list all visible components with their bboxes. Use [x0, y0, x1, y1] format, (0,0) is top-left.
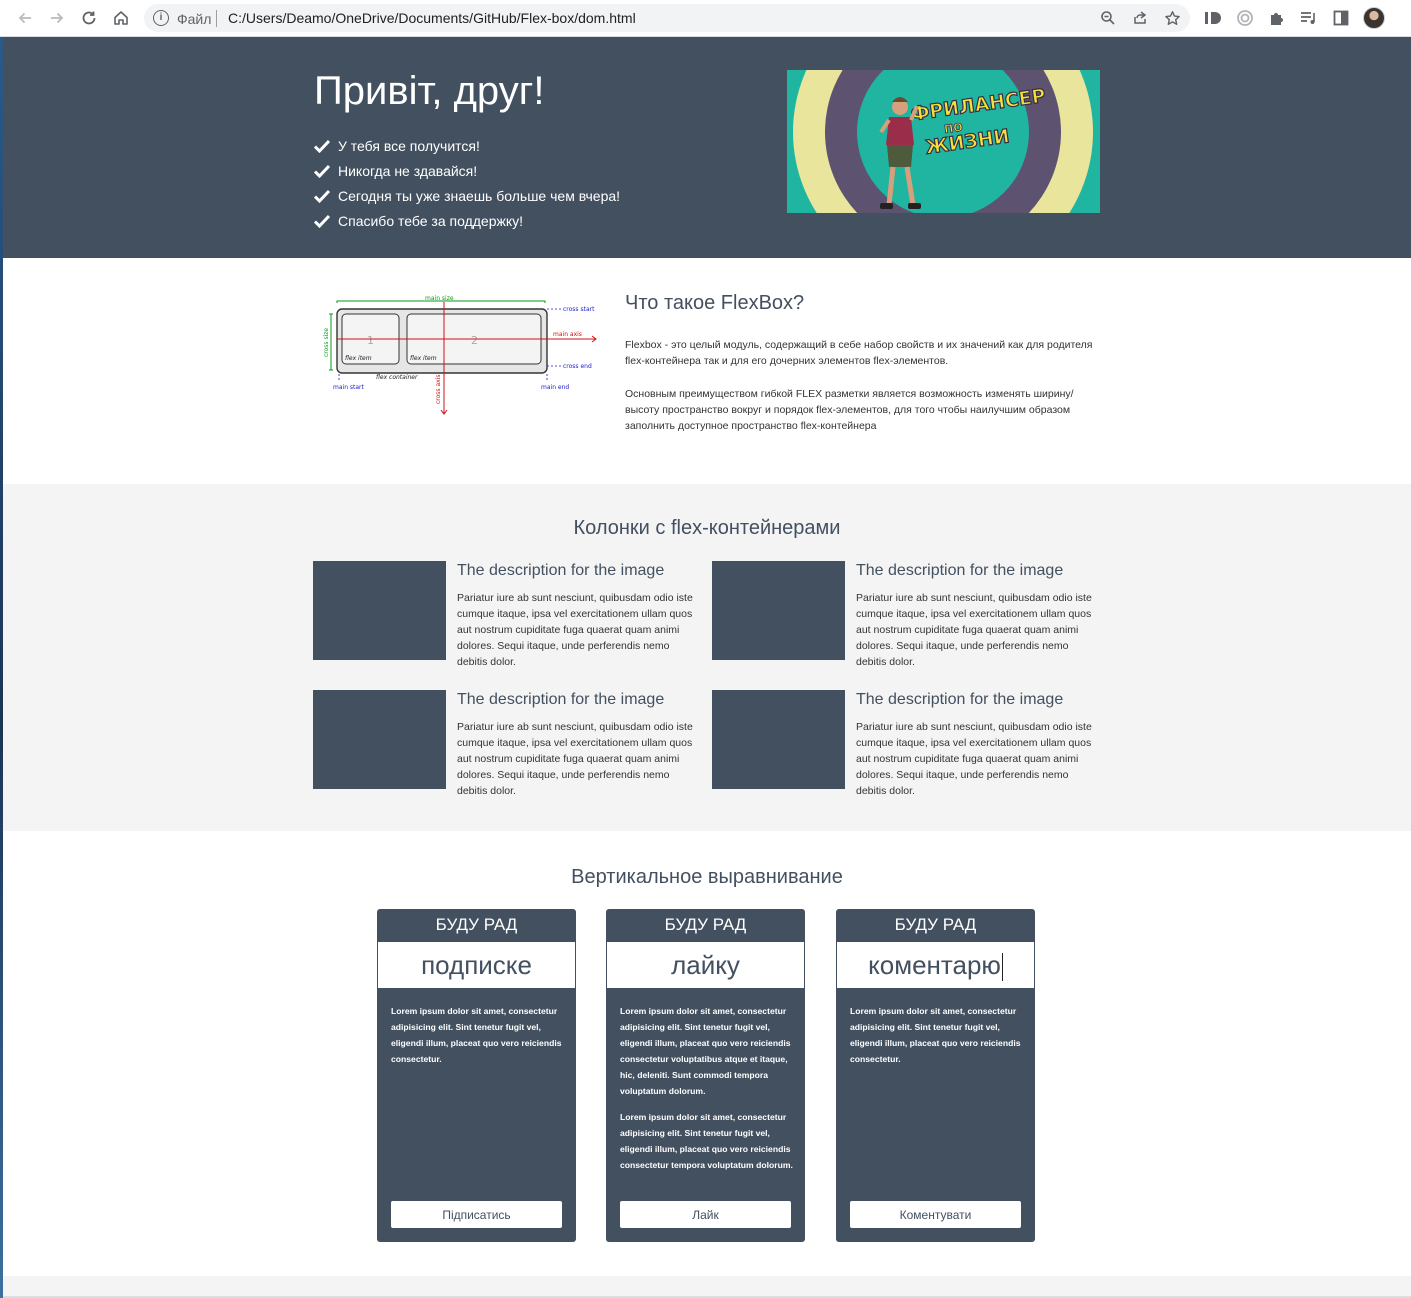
card-paragraph: Lorem ipsum dolor sit amet, consectetur … — [850, 1006, 1021, 1064]
card-paragraph: Lorem ipsum dolor sit amet, consectetur … — [620, 1112, 793, 1170]
card-paragraph: Lorem ipsum dolor sit amet, consectetur … — [391, 1006, 562, 1064]
target-extension-icon[interactable] — [1235, 8, 1255, 28]
diagram-label: 1 — [367, 334, 374, 347]
card-heading: БУДУ РАД — [894, 915, 977, 934]
diagram-label: flex item — [345, 355, 372, 362]
card-word: лайку — [607, 942, 804, 988]
page-footer — [3, 1276, 1411, 1298]
like-button[interactable]: Лайк — [620, 1201, 791, 1228]
check-icon — [314, 214, 330, 228]
hero-section: Привіт, друг! У тебя все получится! Нико… — [3, 37, 1411, 258]
subscribe-button[interactable]: Підписатись — [391, 1201, 562, 1228]
checklist-item-label: Спасибо тебе за поддержку! — [338, 212, 524, 229]
column-text: Pariatur iure ab sunt nesciunt, quibusda… — [457, 721, 693, 797]
text-cursor — [1001, 953, 1003, 982]
card-body: Lorem ipsum dolor sit amet, consectetur … — [850, 1003, 1026, 1077]
vertical-alignment-section: Вертикальное выравнивание БУДУ РАД подпи… — [3, 831, 1411, 1276]
card-word: коментарю — [868, 950, 1001, 980]
checklist-item: Спасибо тебе за поддержку! — [314, 208, 620, 233]
checklist-item-label: Никогда не здавайся! — [338, 162, 478, 179]
bookmark-star-icon[interactable] — [1163, 9, 1181, 27]
comment-card: БУДУ РАД коментарю Lorem ipsum dolor sit… — [836, 909, 1035, 1242]
checklist-item-label: У тебя все получится! — [338, 137, 480, 154]
column-text: Pariatur iure ab sunt nesciunt, quibusda… — [457, 592, 693, 668]
forward-arrow-icon[interactable] — [44, 6, 70, 30]
columns-section: Колонки с flex-контейнерами The descript… — [3, 484, 1411, 831]
reload-icon[interactable] — [76, 6, 102, 30]
column-heading: The description for the image — [856, 562, 1064, 579]
flexbox-title: Что такое FlexBox? — [625, 292, 805, 314]
diagram-label: cross end — [563, 363, 592, 370]
diagram-label: main size — [425, 295, 454, 302]
checklist-item: Никогда не здавайся! — [314, 158, 620, 183]
diagram-label: main start — [333, 384, 365, 391]
column-heading: The description for the image — [856, 691, 1064, 708]
column-card: The description for the image Pariatur i… — [313, 561, 703, 681]
card-body: Lorem ipsum dolor sit amet, consectetur … — [620, 1003, 796, 1183]
home-icon[interactable] — [108, 6, 134, 30]
extensions-puzzle-icon[interactable] — [1267, 8, 1287, 28]
column-text: Pariatur iure ab sunt nesciunt, quibusda… — [856, 721, 1092, 797]
flexbox-paragraph: Flexbox - это целый модуль, содержащий в… — [625, 339, 1093, 367]
hero-title: Привіт, друг! — [314, 69, 545, 113]
card-heading: БУДУ РАД — [435, 915, 518, 934]
columns-title: Колонки с flex-контейнерами — [573, 517, 841, 539]
freelancer-banner-image: ФРИЛАНСЕР ПО ЖИЗНИ — [787, 70, 1100, 213]
address-separator — [216, 10, 217, 27]
flexbox-diagram-image: main size cross size 1 2 flex item flex … — [321, 294, 601, 418]
column-card: The description for the image Pariatur i… — [712, 690, 1102, 810]
site-info-icon[interactable]: i — [153, 10, 169, 26]
card-paragraph: Lorem ipsum dolor sit amet, consectetur … — [620, 1006, 791, 1096]
checklist-item-label: Сегодня ты уже знаешь больше чем вчера! — [338, 187, 621, 204]
share-icon[interactable] — [1131, 9, 1149, 27]
id-extension-icon[interactable] — [1203, 8, 1223, 28]
address-bar[interactable]: i Файл C:/Users/Deamo/OneDrive/Documents… — [144, 4, 1190, 32]
card-word-with-caret: коментарю — [837, 942, 1034, 988]
image-placeholder — [313, 561, 446, 660]
column-heading: The description for the image — [457, 691, 665, 708]
card-word: подписке — [378, 942, 575, 988]
diagram-label: main axis — [553, 331, 582, 338]
diagram-label: flex item — [410, 355, 437, 362]
diagram-label: cross axis — [435, 375, 442, 404]
card-body: Lorem ipsum dolor sit amet, consectetur … — [391, 1003, 567, 1077]
side-panel-icon[interactable] — [1331, 8, 1351, 28]
column-heading: The description for the image — [457, 562, 665, 579]
check-icon — [314, 164, 330, 178]
hero-checklist: У тебя все получится! Никогда не здавайс… — [314, 133, 620, 233]
diagram-label: 2 — [471, 334, 478, 347]
diagram-label: cross start — [563, 306, 595, 313]
image-placeholder — [313, 690, 446, 789]
checklist-item: Сегодня ты уже знаешь больше чем вчера! — [314, 183, 620, 208]
vertical-alignment-title: Вертикальное выравнивание — [571, 866, 843, 888]
checklist-item: У тебя все получится! — [314, 133, 620, 158]
diagram-label: flex container — [376, 374, 418, 381]
back-arrow-icon[interactable] — [12, 6, 38, 30]
flexbox-section: main size cross size 1 2 flex item flex … — [3, 258, 1411, 484]
image-placeholder — [712, 561, 845, 660]
image-placeholder — [712, 690, 845, 789]
check-icon — [314, 139, 330, 153]
card-heading: БУДУ РАД — [664, 915, 747, 934]
column-card: The description for the image Pariatur i… — [313, 690, 703, 810]
profile-avatar[interactable] — [1363, 7, 1385, 29]
column-text: Pariatur iure ab sunt nesciunt, quibusda… — [856, 592, 1092, 668]
like-card: БУДУ РАД лайку Lorem ipsum dolor sit ame… — [606, 909, 805, 1242]
column-card: The description for the image Pariatur i… — [712, 561, 1102, 681]
subscribe-card: БУДУ РАД подписке Lorem ipsum dolor sit … — [377, 909, 576, 1242]
diagram-label: main end — [541, 384, 569, 391]
check-icon — [314, 189, 330, 203]
url-text[interactable]: C:/Users/Deamo/OneDrive/Documents/GitHub… — [228, 10, 636, 26]
media-control-icon[interactable] — [1299, 8, 1319, 28]
diagram-label: cross size — [323, 328, 330, 357]
zoom-icon[interactable] — [1099, 9, 1117, 27]
file-scheme-label: Файл — [177, 11, 212, 27]
browser-toolbar: i Файл C:/Users/Deamo/OneDrive/Documents… — [0, 0, 1411, 37]
comment-button[interactable]: Коментувати — [850, 1201, 1021, 1228]
flexbox-paragraph: Основным преимуществом гибкой FLEX разме… — [625, 388, 1074, 432]
